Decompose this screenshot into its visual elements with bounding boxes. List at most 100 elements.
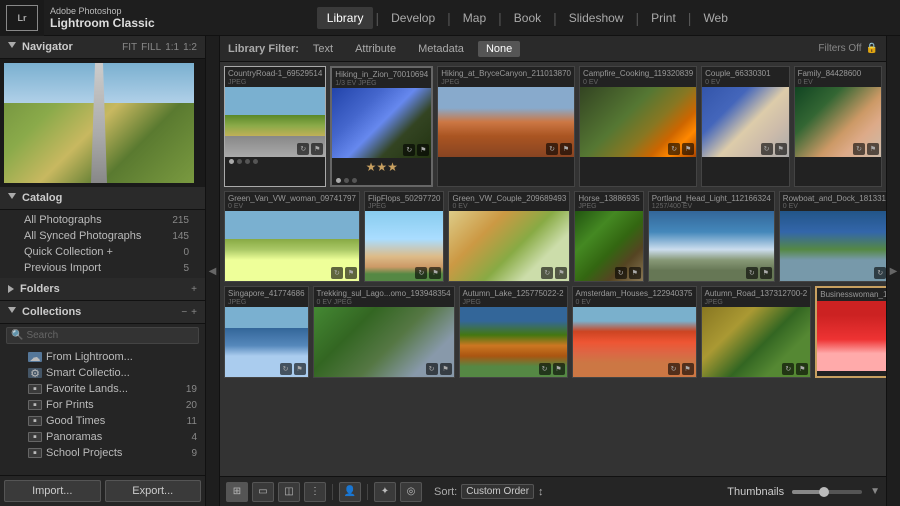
smart-collection-icon: ⚙ <box>28 368 42 378</box>
filter-tab-none[interactable]: None <box>478 41 520 57</box>
lr-logo-icon: Lr <box>6 5 38 31</box>
photo-thumb-businesswoman: ↻ ⚑ <box>817 301 886 371</box>
photo-cell-couple[interactable]: Couple_66330301 0 EV ↻ ⚑ <box>701 66 789 187</box>
rotate-icon: ↻ <box>782 363 794 375</box>
navigator-preview <box>0 59 205 187</box>
tab-slideshow[interactable]: Slideshow <box>559 7 634 29</box>
thumbnail-size-slider[interactable] <box>792 490 862 494</box>
collection-panoramas[interactable]: ▪ Panoramas 4 <box>0 429 205 445</box>
folders-add[interactable]: + <box>191 284 197 295</box>
catalog-header[interactable]: Catalog <box>0 187 205 210</box>
filter-tab-metadata[interactable]: Metadata <box>410 41 472 57</box>
photo-cell-amsterdam[interactable]: Amsterdam_Houses_122940375 0 EV ↻ ⚑ <box>572 286 697 378</box>
photo-cell-bryce-canyon[interactable]: Hiking_at_BryceCanyon_211013870 JPEG ↻ ⚑ <box>437 66 575 187</box>
photo-cell-trekking[interactable]: Trekking_sul_Lago...omo_193948354 0 EV J… <box>313 286 455 378</box>
photo-cell-horse[interactable]: Horse_13886935 JPEG ↻ ⚑ <box>574 191 643 283</box>
catalog-all-photographs[interactable]: All Photographs 215 <box>0 212 205 228</box>
collections-plus[interactable]: + <box>191 307 197 318</box>
chevron-down-icon[interactable]: ▼ <box>870 486 880 497</box>
grid-row-3: Singapore_41774686 JPEG ↻ ⚑ Trekking_sul… <box>224 286 882 378</box>
collections-controls: − + <box>181 307 197 318</box>
photo-thumb-lighthouse: ↻ ⚑ <box>649 211 774 281</box>
loupe-view-button[interactable]: ▭ <box>252 482 274 502</box>
filter-tab-text[interactable]: Text <box>305 41 341 57</box>
sort-asc-icon[interactable]: ↕ <box>538 486 544 498</box>
grid-view-button[interactable]: ⊞ <box>226 482 248 502</box>
survey-view-button[interactable]: ⋮ <box>304 482 326 502</box>
toolbar-sep-1 <box>332 484 333 500</box>
filter-tab-attribute[interactable]: Attribute <box>347 41 404 57</box>
photo-cell-countryroad[interactable]: CountryRoad-1_69529514 JPEG ↻ ⚑ <box>224 66 326 187</box>
photo-cell-autumn-lake[interactable]: Autumn_Lake_125775022-2 JPEG ↻ ⚑ <box>459 286 568 378</box>
photo-thumb-couple: ↻ ⚑ <box>702 87 788 157</box>
catalog-title: Catalog <box>22 192 197 204</box>
collection-smart[interactable]: ⚙ Smart Collectio... <box>0 365 205 381</box>
catalog-previous-import[interactable]: Previous Import 5 <box>0 260 205 276</box>
export-button[interactable]: Export... <box>105 480 202 502</box>
photo-thumb-amsterdam: ↻ ⚑ <box>573 307 696 377</box>
nav-fill[interactable]: FILL <box>141 42 161 53</box>
flag-icon: ⚑ <box>417 144 429 156</box>
rotate-icon: ↻ <box>539 363 551 375</box>
catalog-quick-collection[interactable]: Quick Collection + 0 <box>0 244 205 260</box>
flag-icon: ⚑ <box>345 267 357 279</box>
photo-cell-hiking-zion[interactable]: Hiking_in_Zion_70010694 1/3 EV JPEG ↻ ⚑ … <box>330 66 433 187</box>
collection-for-prints[interactable]: ▪ For Prints 20 <box>0 397 205 413</box>
collapse-right-icon: ▶ <box>890 266 898 277</box>
people-view-button[interactable]: 👤 <box>339 482 361 502</box>
filter-button[interactable]: ◎ <box>400 482 422 502</box>
nav-1-2[interactable]: 1:2 <box>183 42 197 53</box>
rotate-icon: ↻ <box>874 267 886 279</box>
photo-cell-autumn-road[interactable]: Autumn_Road_137312700-2 JPEG ↻ ⚑ <box>701 286 812 378</box>
collection-from-lightroom[interactable]: ☁ From Lightroom... <box>0 349 205 365</box>
tab-print[interactable]: Print <box>641 7 686 29</box>
nav-fit[interactable]: FIT <box>122 42 137 53</box>
collection-school-projects[interactable]: ▪ School Projects 9 <box>0 445 205 461</box>
catalog-synced[interactable]: All Synced Photographs 145 <box>0 228 205 244</box>
grid-row-2: Green_Van_VW_woman_09741797 0 EV ↻ ⚑ Fli… <box>224 191 882 283</box>
flag-icon: ⚑ <box>682 363 694 375</box>
panel-buttons: Import... Export... <box>0 475 205 506</box>
navigator-header[interactable]: Navigator FIT FILL 1:1 1:2 <box>0 36 205 59</box>
import-button[interactable]: Import... <box>4 480 101 502</box>
photo-cell-rowboat[interactable]: Rowboat_and_Dock_181331000 0 EV ↻ ⚑ <box>779 191 886 283</box>
left-panel-collapse[interactable]: ◀ <box>206 36 220 506</box>
photo-cell-vwcouple[interactable]: Green_VW_Couple_209689493 0 EV ↻ ⚑ <box>448 191 570 283</box>
rotate-icon: ↻ <box>403 144 415 156</box>
collections-search[interactable]: 🔍 Search <box>6 327 199 344</box>
photo-grid[interactable]: CountryRoad-1_69529514 JPEG ↻ ⚑ <box>220 62 886 476</box>
nav-1-1[interactable]: 1:1 <box>165 42 179 53</box>
navigator-toggle-icon <box>8 42 16 52</box>
left-panel: Navigator FIT FILL 1:1 1:2 Catalog All P… <box>0 36 206 506</box>
tab-book[interactable]: Book <box>504 7 551 29</box>
compare-view-button[interactable]: ◫ <box>278 482 300 502</box>
collection-good-times[interactable]: ▪ Good Times 11 <box>0 413 205 429</box>
cloud-icon: ☁ <box>28 352 42 362</box>
photo-cell-businesswoman[interactable]: Businesswoman_18378685 ↻ ⚑ <box>815 286 886 378</box>
photo-cell-flipflops[interactable]: FlipFlops_50297720 JPEG ↻ ⚑ <box>364 191 445 283</box>
rotate-icon: ↻ <box>297 143 309 155</box>
spray-paint-button[interactable]: ✦ <box>374 482 396 502</box>
tab-library[interactable]: Library <box>317 7 374 29</box>
collections-header[interactable]: Collections − + <box>0 301 205 324</box>
tab-map[interactable]: Map <box>453 7 496 29</box>
tab-web[interactable]: Web <box>693 7 737 29</box>
folders-header[interactable]: Folders + <box>0 278 205 301</box>
photo-cell-family[interactable]: Family_84428600 0 EV ↻ ⚑ <box>794 66 882 187</box>
collection-favorite-lands[interactable]: ▪ Favorite Lands... 19 <box>0 381 205 397</box>
photo-cell-campfire[interactable]: Campfire_Cooking_119320839 0 EV ↻ ⚑ <box>579 66 697 187</box>
flag-icon: ⚑ <box>760 267 772 279</box>
right-panel-collapse[interactable]: ▶ <box>886 36 900 506</box>
flag-icon: ⚑ <box>429 267 441 279</box>
photo-cell-lighthouse[interactable]: Portland_Head_Light_112166324 1257/400 E… <box>648 191 775 283</box>
tab-develop[interactable]: Develop <box>381 7 445 29</box>
collections-minus[interactable]: − <box>181 307 187 318</box>
flag-icon: ⚑ <box>560 143 572 155</box>
grid-row-1: CountryRoad-1_69529514 JPEG ↻ ⚑ <box>224 66 882 187</box>
photo-thumb-van: ↻ ⚑ <box>225 211 359 281</box>
folder-icon: ▪ <box>28 432 42 442</box>
photo-cell-van[interactable]: Green_Van_VW_woman_09741797 0 EV ↻ ⚑ <box>224 191 360 283</box>
photo-cell-singapore[interactable]: Singapore_41774686 JPEG ↻ ⚑ <box>224 286 309 378</box>
sort-select[interactable]: Custom Order <box>461 484 534 499</box>
rotate-icon: ↻ <box>546 143 558 155</box>
